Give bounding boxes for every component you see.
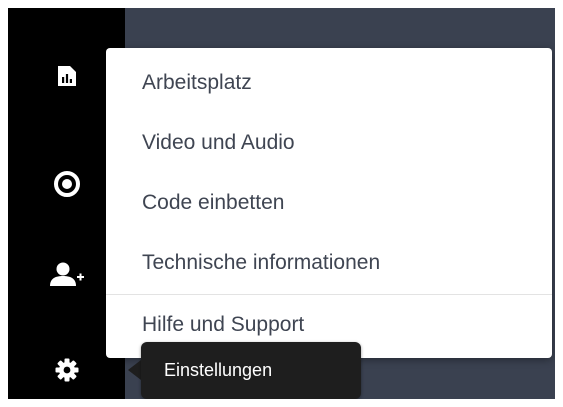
tooltip-arrow bbox=[128, 360, 141, 380]
tooltip-text: Einstellungen bbox=[164, 360, 273, 380]
menu-item-technische-informationen[interactable]: Technische informationen bbox=[106, 234, 552, 292]
menu-divider bbox=[106, 294, 552, 295]
settings-menu: Arbeitsplatz Video und Audio Code einbet… bbox=[106, 48, 552, 358]
menu-item-code-einbetten[interactable]: Code einbetten bbox=[106, 174, 552, 232]
settings-tooltip: Einstellungen bbox=[141, 342, 361, 399]
menu-item-video-und-audio[interactable]: Video und Audio bbox=[106, 114, 552, 172]
menu-item-arbeitsplatz[interactable]: Arbeitsplatz bbox=[106, 54, 552, 112]
app-frame: Arbeitsplatz Video und Audio Code einbet… bbox=[8, 8, 555, 399]
